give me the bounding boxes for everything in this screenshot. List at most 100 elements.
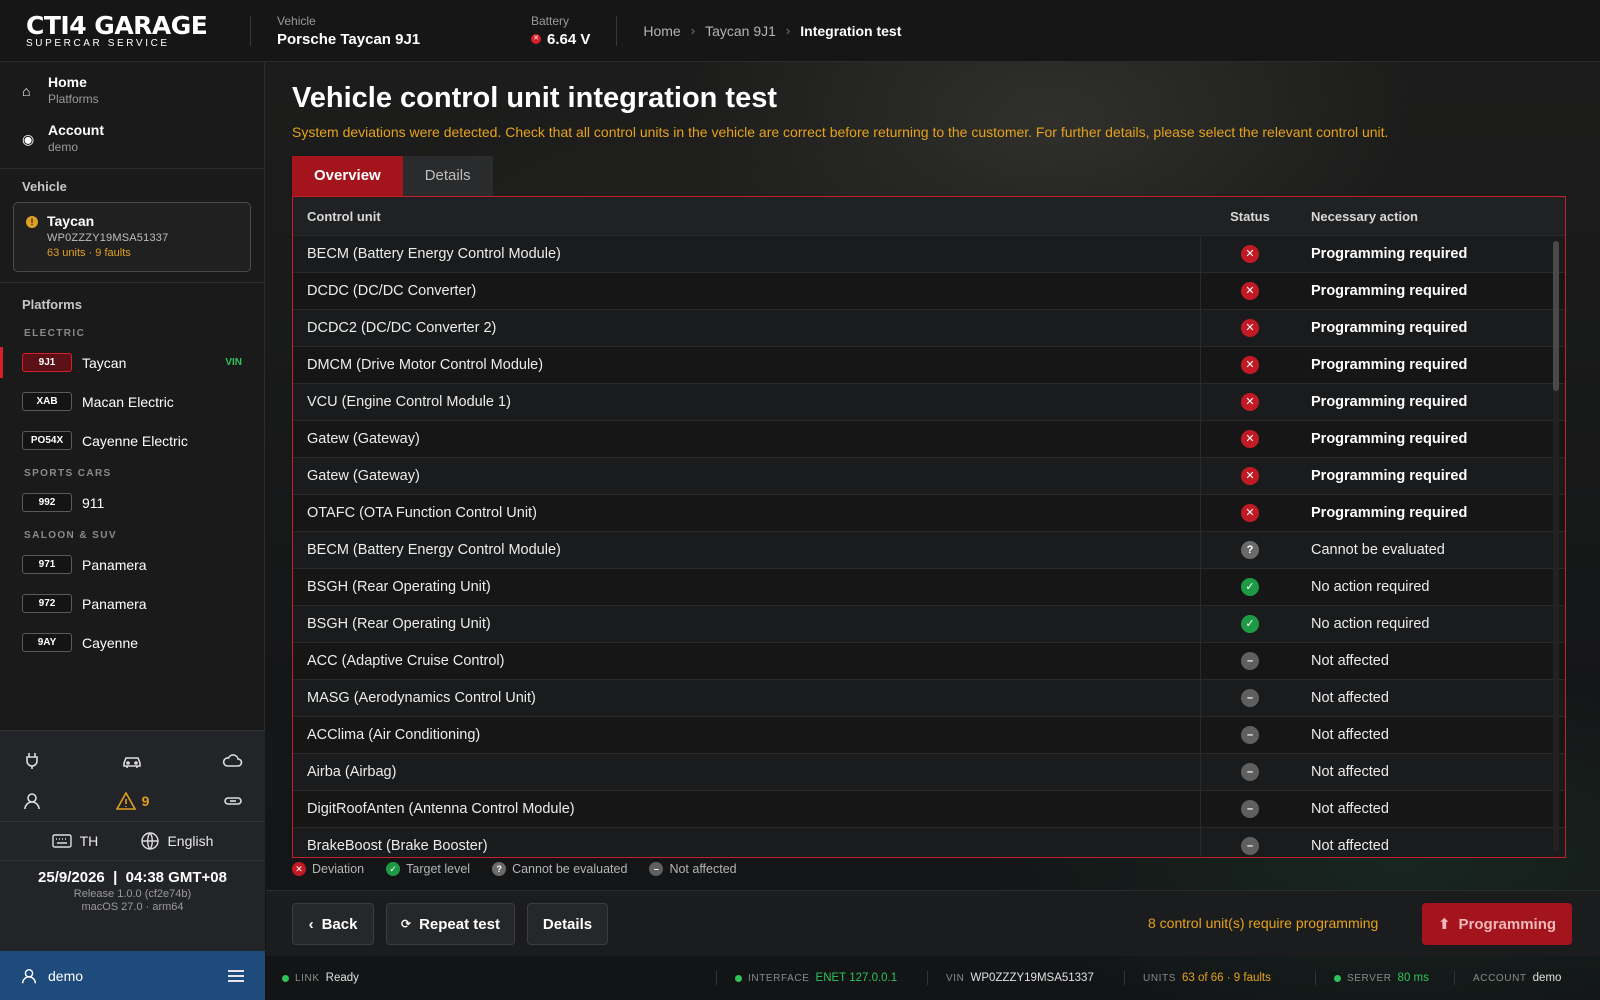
table-row[interactable]: BSGH (Rear Operating Unit) ✓ No action req… [293,568,1565,605]
language-button[interactable]: English [141,832,213,850]
vehicle-section-title: Vehicle [22,179,67,194]
vehicle-field: Vehicle Porsche Taycan 9J1 [251,14,517,48]
table-scrollbar[interactable] [1553,241,1559,851]
release-info: Release 1.0.0 (cf2e74b) [73,888,192,900]
scrollbar-thumb[interactable] [1553,241,1559,391]
repeat-test-button[interactable]: ⟳ Repeat test [386,903,515,945]
datetime-block: 25/9/2026 | 04:38 GMT+08 Release 1.0.0 (… [0,861,265,913]
repeat-label: Repeat test [419,915,500,933]
keyboard-icon [51,834,72,848]
tab-details[interactable]: Details [402,156,493,196]
warnings-button[interactable]: 9 [115,792,149,810]
car-icon[interactable] [121,751,143,771]
programming-button[interactable]: ⬆ Programming [1422,903,1572,945]
control-unit-name: BrakeBoost (Brake Booster) [293,828,1201,857]
divider [1315,971,1316,985]
sidebar-item-platform[interactable]: 971 Panamera [0,545,264,584]
table-row[interactable]: BECM (Battery Energy Control Module) ✕ Pro… [293,235,1565,272]
necessary-action: Programming required [1311,246,1468,262]
plug-icon[interactable] [22,751,42,771]
table-row[interactable]: VCU (Engine Control Module 1) ✕ Programmin… [293,383,1565,420]
table-row[interactable]: BECM (Battery Energy Control Module)? Can… [293,531,1565,568]
breadcrumb-platform[interactable]: Taycan 9J1 [705,23,776,39]
divider [1454,971,1455,985]
nav-sub: demo [48,140,79,154]
control-unit-name: Airba (Airbag) [293,754,1201,790]
battery-error-icon: ✕ [531,34,541,44]
status-cell: ✕ [1201,282,1299,300]
details-button[interactable]: Details [527,903,608,945]
status-key: LINK [295,972,320,984]
status-account: ACCOUNT demo [1473,972,1561,984]
status-key: ACCOUNT [1473,972,1527,984]
table-row[interactable]: ACClima (Air Conditioning) – Not affected [293,716,1565,753]
vehicle-card[interactable]: ! Taycan WP0ZZZY19MSA51337 63 units · 9 … [13,202,251,272]
cloud-icon[interactable] [221,751,243,771]
breadcrumb-home[interactable]: Home [643,23,680,39]
platform-name: 911 [82,494,105,511]
table-row[interactable]: MASG (Aerodynamics Control Unit) – Not aff… [293,679,1565,716]
status-cell: – [1201,652,1299,670]
control-unit-name: ACClima (Air Conditioning) [293,717,1201,753]
deviation-icon: ✕ [292,862,306,876]
sidebar-item-platform[interactable]: 972 Panamera [0,584,264,623]
status-cell: ✕ [1201,245,1299,263]
table-row[interactable]: DMCM (Drive Motor Control Module) ✕ Progra… [293,346,1565,383]
necessary-action: Not affected [1311,690,1389,706]
table-row[interactable]: DCDC2 (DC/DC Converter 2) ✕ Programming re… [293,309,1565,346]
sidebar-item-platform[interactable]: 9J1 Taycan VIN [0,343,264,382]
platform-badge: 992 [22,493,72,512]
user-bar[interactable]: demo [0,951,265,1000]
column-header-action[interactable]: Necessary action [1299,209,1565,224]
necessary-action: Programming required [1311,320,1468,336]
column-header-unit[interactable]: Control unit [293,209,1201,224]
user-icon[interactable] [22,791,42,811]
table-row[interactable]: BSGH (Rear Operating Unit) ✓ No action req… [293,605,1565,642]
sidebar-item-platform[interactable]: 992 911 [0,483,264,522]
minus-icon: – [1241,837,1259,855]
control-unit-name: DCDC2 (DC/DC Converter 2) [293,310,1201,346]
table-row[interactable]: BrakeBoost (Brake Booster) – Not affected [293,827,1565,857]
back-button[interactable]: ‹ Back [292,903,374,945]
column-header-status[interactable]: Status [1201,209,1299,224]
control-unit-name: BSGH (Rear Operating Unit) [293,606,1201,642]
tab-overview[interactable]: Overview [292,156,403,196]
keyboard-layout-button[interactable]: TH [51,833,98,849]
status-value: WP0ZZZY19MSA51337 [970,972,1094,984]
minus-icon: – [1241,652,1259,670]
warning-triangle-icon [115,792,136,810]
divider [0,282,264,283]
programming-note: 8 control unit(s) require programming [1148,915,1379,931]
server-status-dot [1334,974,1341,982]
necessary-action: Not affected [1311,764,1389,780]
control-unit-name: BECM (Battery Energy Control Module) [293,532,1201,568]
home-icon: ⌂ [22,83,31,99]
vehicle-value: Porsche Taycan 9J1 [277,30,421,48]
status-cell: ✕ [1201,430,1299,448]
necessary-action: Not affected [1311,801,1389,817]
table-row[interactable]: DigitRoofAnten (Antenna Control Module) –… [293,790,1565,827]
tool-row [0,741,265,781]
sidebar-item-platform[interactable]: XAB Macan Electric [0,382,264,421]
sidebar-item-account[interactable]: ◉ Account demo [0,114,264,162]
sidebar-item-platform[interactable]: PO54X Cayenne Electric [0,421,264,460]
table-row[interactable]: Gatew (Gateway) ✕ Programming required [293,420,1565,457]
table-row[interactable]: Gatew (Gateway) ✕ Programming required [293,457,1565,494]
table-row[interactable]: OTAFC (OTA Function Control Unit) ✕ Progra… [293,494,1565,531]
link-icon[interactable] [223,791,243,811]
status-value: demo [1532,972,1562,984]
table-row[interactable]: Airba (Airbag) – Not affected [293,753,1565,790]
sidebar-item-home[interactable]: ⌂ Home Platforms [0,66,264,114]
deviation-icon: ✕ [1241,467,1259,485]
status-cell: – [1201,800,1299,818]
table-row[interactable]: DCDC (DC/DC Converter) ✕ Programming requi… [293,272,1565,309]
sidebar-item-platform[interactable]: 9AY Cayenne [0,623,264,662]
logo[interactable]: CTI4 GARAGE SUPERCAR SERVICE [0,13,250,49]
interface-status-dot [735,974,742,982]
platform-badge: PO54X [22,431,72,450]
status-value: 80 ms [1397,972,1429,984]
upload-icon: ⬆ [1437,916,1451,933]
necessary-action: Cannot be evaluated [1311,542,1445,558]
table-row[interactable]: ACC (Adaptive Cruise Control) – Not affect… [293,642,1565,679]
table-body: BECM (Battery Energy Control Module) ✕ Pro… [293,235,1565,857]
